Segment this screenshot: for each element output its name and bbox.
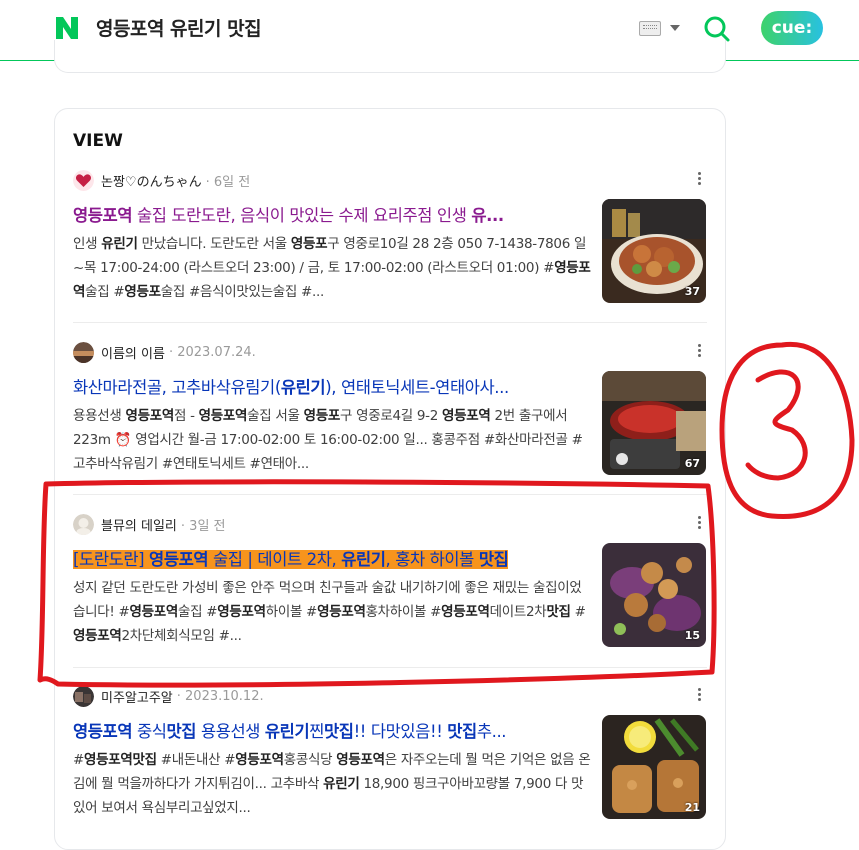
title-text: 찐 [309,722,325,741]
post-description[interactable]: 용용선생 영등포역점 - 영등포역술집 서울 영등포구 영중로4길 9-2 영등… [73,404,591,476]
more-options-icon[interactable] [698,172,702,188]
naver-logo-icon[interactable] [54,15,80,41]
title-text: 중식 [132,722,167,741]
avatar[interactable] [73,685,94,707]
title-text: 술집 | 데이트 2차, [208,550,342,569]
post-title[interactable]: 영등포역 술집 도란도란, 음식이 맛있는 수제 요리주점 인생 유... [73,202,588,226]
post-thumbnail[interactable]: 15 [602,543,706,647]
search-icon[interactable] [703,15,731,43]
previous-card [54,40,726,73]
keyboard-icon[interactable] [639,21,661,36]
title-text: [도란도란] [73,550,150,569]
avatar[interactable] [73,513,94,535]
title-keyword: 맛집 [447,722,477,741]
divider [73,667,707,668]
author-name[interactable]: 이름의 이름 [101,343,165,362]
author-name[interactable]: 미주알고주알 [101,687,173,706]
image-count: 67 [684,457,700,470]
title-keyword: 맛집 [324,722,354,741]
post-date: 2023.07.24. [177,344,256,360]
title-text: 추... [476,722,507,741]
search-query[interactable]: 영등포역 유린기 맛집 [96,14,262,41]
title-text: 화산마라전골, 고추바삭유림기( [73,378,281,397]
more-options-icon[interactable] [698,344,702,360]
post-date: 6일 전 [213,174,251,190]
divider [73,322,707,323]
title-keyword: 유... [471,206,504,225]
more-options-icon[interactable] [698,688,702,704]
post-description[interactable]: 성지 같던 도란도란 가성비 좋은 안주 먹으며 친구들과 술값 내기하기에 좋… [73,576,591,648]
title-keyword: 맛집 [478,550,509,569]
title-keyword: 영등포역 [73,722,133,741]
title-text: ), 연태토닉세트-연태아사... [325,378,509,397]
section-title: VIEW [73,131,123,151]
image-count: 21 [684,801,700,814]
post-date: 2023.10.12. [185,688,264,704]
post-thumbnail[interactable]: 21 [602,715,706,819]
cue-button[interactable]: cue: [761,11,823,45]
divider [73,494,707,495]
post-thumbnail[interactable]: 37 [602,199,706,303]
post-title[interactable]: 영등포역 중식맛집 용용선생 유린기찐맛집!! 다맛있음!! 맛집추... [73,718,588,742]
title-text: 술집 도란도란, 음식이 맛있는 수제 요리주점 인생 [132,206,472,225]
post-thumbnail[interactable]: 67 [602,371,706,475]
title-keyword: 영등포역 [149,550,209,569]
chevron-down-icon[interactable] [670,25,680,31]
title-text: !! 다맛있음!! [353,722,448,741]
post-date: 3일 전 [189,518,226,534]
author-name[interactable]: 블뮤의 데일리 [101,515,177,534]
number-three-icon [745,369,808,481]
title-keyword: 영등포역 [73,206,133,225]
title-keyword: 맛집 [166,722,197,741]
more-options-icon[interactable] [698,516,702,532]
author-name[interactable]: 논짱♡のんちゃん [101,171,202,190]
image-count: 15 [684,629,700,642]
title-keyword: 유린기 [341,550,386,569]
post-title[interactable]: [도란도란] 영등포역 술집 | 데이트 2차, 유린기, 홍차 하이볼 맛집 [73,546,588,570]
avatar[interactable] [73,169,94,191]
post-description[interactable]: 인생 유린기 만났습니다. 도란도란 서울 영등포구 영중로10길 28 2층 … [73,232,591,304]
avatar[interactable] [73,341,94,363]
title-keyword: 유린기 [280,378,326,397]
title-text: , 홍차 하이볼 [385,550,479,569]
title-keyword: 유린기 [264,722,310,741]
circle-icon [719,341,855,519]
post-description[interactable]: #영등포역맛집 #내돈내산 #영등포역홍콩식당 영등포역은 자주오는데 뭘 먹은… [73,748,591,820]
post-title[interactable]: 화산마라전골, 고추바삭유림기(유린기), 연태토닉세트-연태아사... [73,374,588,398]
title-text: 용용선생 [196,722,265,741]
image-count: 37 [684,285,700,298]
